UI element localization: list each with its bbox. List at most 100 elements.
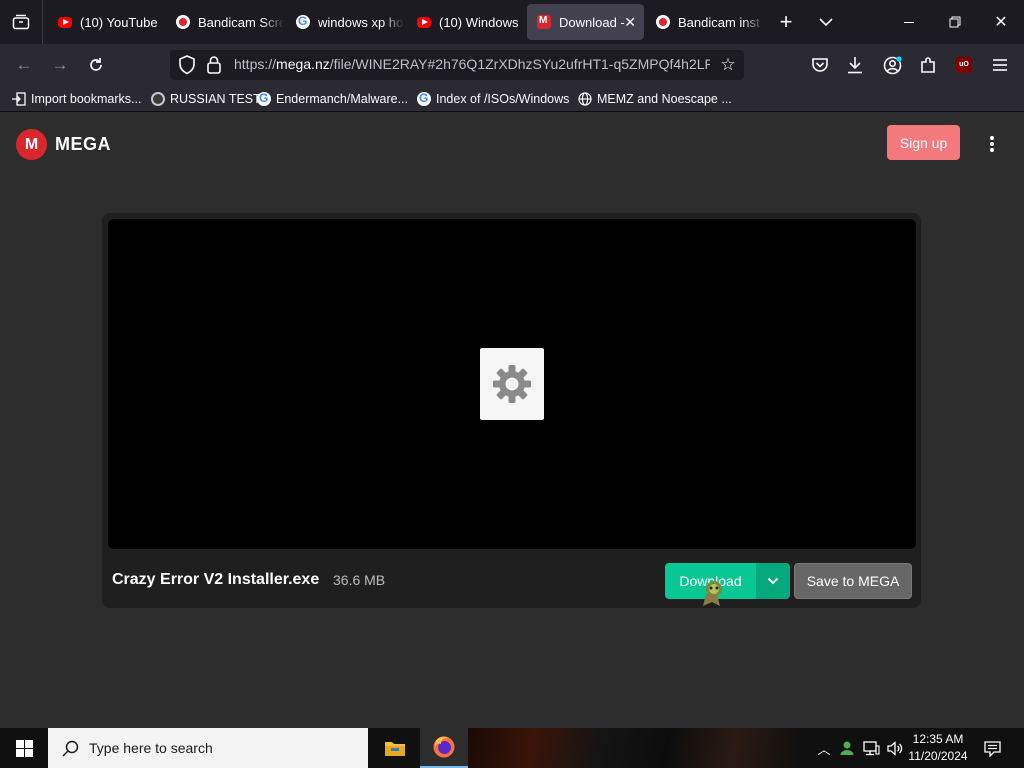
ublock-icon: uO: [956, 57, 972, 73]
network-tray-icon[interactable]: [861, 738, 881, 758]
logo-letter: M: [24, 135, 39, 153]
sign-up-button[interactable]: Sign up: [887, 125, 960, 160]
tab-mega-download[interactable]: Download - ✕: [527, 4, 644, 40]
download-icon: [848, 57, 862, 74]
file-size: 36.6 MB: [333, 572, 386, 588]
tab-divider: [42, 0, 43, 44]
close-window-button[interactable]: ✕: [978, 0, 1024, 44]
start-button[interactable]: [0, 728, 48, 768]
bookmark-isos[interactable]: Index of /ISOs/Windows: [417, 90, 569, 108]
bookmark-label: Import bookmarks...: [31, 92, 142, 106]
minimize-icon: [904, 21, 914, 23]
restore-icon: [949, 16, 961, 28]
restore-button[interactable]: [932, 0, 978, 44]
import-icon: [12, 92, 26, 106]
tracking-protection-icon[interactable]: [178, 55, 198, 75]
tab-label: Download -: [559, 14, 625, 30]
account-button[interactable]: [880, 53, 904, 77]
tab-windows-xp[interactable]: windows xp ho: [286, 4, 404, 40]
url-path: /file/WINE2RAY#2h76Q1ZrXDhzSYu2ufrHT1-q5…: [329, 56, 710, 72]
google-icon: [417, 91, 431, 106]
star-icon: ☆: [720, 55, 736, 74]
russian-test-icon: [151, 92, 165, 106]
globe-icon: [578, 92, 592, 106]
tab-bandicam-screen[interactable]: Bandicam Scre: [166, 4, 284, 40]
chevron-down-icon: [767, 577, 779, 585]
animated-cursor-icon: [700, 578, 728, 608]
bookmark-label: Endermanch/Malware...: [276, 92, 409, 106]
taskbar-clock[interactable]: 12:35 AM 11/20/2024: [900, 731, 976, 765]
tab-youtube[interactable]: (10) YouTube: [48, 4, 166, 40]
pocket-button[interactable]: [808, 53, 832, 77]
user-icon: [840, 741, 854, 755]
bandicam-icon: [656, 15, 670, 29]
tab-youtube-windows[interactable]: (10) Windows: [407, 4, 525, 40]
bookmark-endermanch[interactable]: Endermanch/Malware...: [257, 90, 408, 108]
save-to-mega-button[interactable]: Save to MEGA: [794, 563, 912, 599]
list-all-tabs-button[interactable]: [803, 0, 849, 44]
close-tab-icon[interactable]: ✕: [624, 14, 636, 31]
ublock-button[interactable]: uO: [952, 53, 976, 77]
taskbar-search-box[interactable]: Type here to search: [48, 728, 368, 768]
tab-strip: (10) YouTube Bandicam Scre windows xp ho…: [0, 0, 1024, 44]
bookmark-import[interactable]: Import bookmarks...: [12, 90, 141, 108]
action-center-button[interactable]: [982, 739, 1002, 759]
clock-date: 11/20/2024: [908, 749, 968, 763]
tab-bandicam-install[interactable]: Bandicam inst: [646, 4, 764, 40]
mega-icon: [537, 15, 551, 29]
arrow-right-icon: →: [51, 55, 69, 74]
chevron-up-icon: ︿: [817, 741, 831, 757]
chevron-down-icon: [819, 18, 833, 27]
tab-label: (10) YouTube: [80, 14, 158, 30]
bookmark-russian-test[interactable]: RUSSIAN TEST: [151, 90, 261, 108]
mega-logo-icon[interactable]: M: [16, 129, 47, 160]
taskbar-background-art: [468, 728, 798, 768]
tab-label: (10) Windows: [439, 14, 519, 30]
account-icon: [883, 55, 902, 74]
mega-logo-text[interactable]: MEGA: [55, 134, 111, 155]
bookmark-star-button[interactable]: ☆: [716, 53, 740, 77]
executable-file-icon: [480, 348, 544, 420]
bookmarks-toolbar: Import bookmarks... RUSSIAN TEST Enderma…: [0, 86, 1024, 112]
bookmark-label: MEMZ and Noescape ...: [597, 92, 732, 106]
close-icon: ✕: [994, 14, 1008, 31]
search-placeholder: Type here to search: [89, 740, 213, 756]
taskbar-file-explorer[interactable]: [371, 728, 419, 768]
more-options-button[interactable]: [982, 132, 1002, 156]
taskbar-firefox[interactable]: [420, 728, 468, 768]
youtube-icon: [58, 16, 72, 28]
user-tray-icon[interactable]: [837, 738, 857, 758]
back-button[interactable]: ←: [12, 53, 36, 77]
network-icon: [862, 740, 880, 755]
clock-time: 12:35 AM: [912, 732, 964, 746]
reload-icon: [90, 58, 102, 71]
forward-button[interactable]: →: [48, 53, 72, 77]
youtube-icon: [417, 16, 431, 28]
download-options-button[interactable]: [756, 563, 790, 599]
tab-list-button[interactable]: [0, 0, 42, 44]
google-icon: [296, 14, 310, 29]
lock-icon[interactable]: [206, 55, 224, 75]
downloads-button[interactable]: [843, 53, 867, 77]
pocket-icon: [812, 58, 828, 72]
minimize-button[interactable]: [886, 0, 932, 44]
show-hidden-icons-button[interactable]: ︿: [814, 738, 834, 758]
arrow-left-icon: ←: [15, 55, 33, 74]
tab-overview-icon: [12, 14, 30, 30]
bookmark-label: Index of /ISOs/Windows: [436, 92, 570, 106]
plus-icon: +: [779, 9, 793, 34]
file-name: Crazy Error V2 Installer.exe: [112, 571, 320, 588]
bookmark-memz[interactable]: MEMZ and Noescape ...: [578, 90, 732, 108]
google-icon: [257, 91, 271, 106]
url-text[interactable]: https://mega.nz/file/WINE2RAY#2h76Q1ZrXD…: [234, 56, 710, 74]
extensions-button[interactable]: [916, 53, 940, 77]
firefox-icon: [433, 736, 455, 758]
reload-button[interactable]: [84, 53, 108, 77]
bookmark-label: RUSSIAN TEST: [170, 92, 261, 106]
notification-icon: [983, 741, 1001, 757]
windows-logo-icon: [15, 739, 33, 757]
url-domain: mega.nz: [276, 56, 330, 72]
puzzle-icon: [921, 57, 935, 73]
menu-button[interactable]: [988, 53, 1012, 77]
kebab-menu-icon: [990, 136, 994, 152]
